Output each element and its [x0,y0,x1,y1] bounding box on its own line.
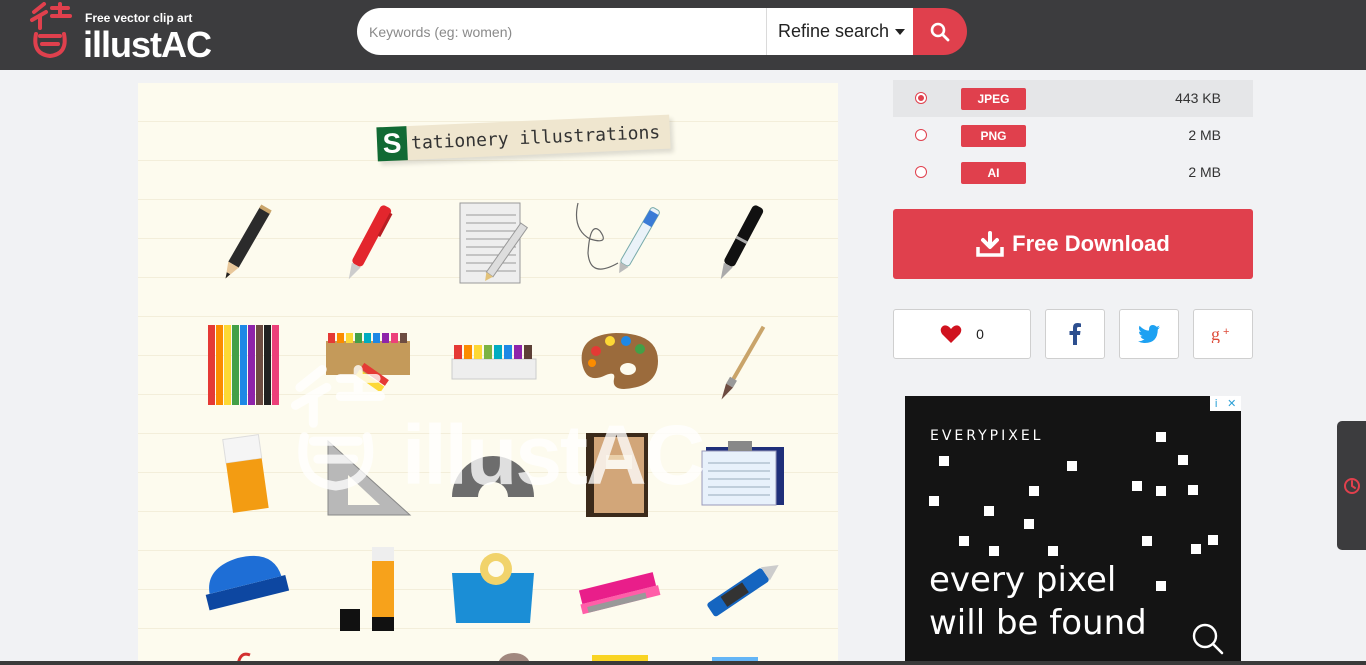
format-badge: PNG [961,125,1026,147]
format-option-png[interactable]: PNG 2 MB [893,117,1253,154]
colored-pencils-icon [208,325,279,405]
fountain-pen-icon [720,205,764,280]
ad-pixel [1029,486,1039,496]
ballpoint-pen-icon [575,202,660,274]
search-input[interactable] [357,8,766,55]
refine-search-label: Refine search [778,21,890,41]
set-square-icon [327,439,412,516]
ad-pixel [1156,486,1166,496]
crayons-icon [326,333,410,391]
history-side-tab[interactable] [1337,421,1366,550]
ad-pixel [1188,485,1198,495]
ad-pixel [989,546,999,556]
ad-info-icon[interactable]: i [1215,397,1218,410]
paints-icon [451,345,537,380]
ad-pixel [1156,581,1166,591]
ad-pixel [1048,546,1058,556]
format-size: 2 MB [1188,127,1221,143]
illustration-preview[interactable]: S tationery illustrations illustAC [138,83,838,665]
caret-down-icon [895,28,906,35]
format-radio-png[interactable] [915,129,927,141]
format-badge: AI [961,162,1026,184]
ad-headline-line2: will be found [929,603,1147,643]
ad-pixel [1067,461,1077,471]
bottom-strip [0,661,1366,665]
free-download-label: Free Download [1012,231,1170,256]
notebook-icon [459,202,528,284]
ad-choices[interactable]: i ✕ [1210,396,1241,411]
google-plus-share-button[interactable]: g + [1193,309,1253,359]
eraser-icon [222,434,269,513]
ad-headline-line1: every pixel [929,560,1117,600]
clock-icon [1343,477,1360,494]
search-button[interactable] [913,8,967,55]
twitter-icon [1138,325,1160,343]
download-icon [976,231,1004,257]
header-bar: Free vector clip art illustAC Refine sea… [0,0,1366,70]
glue-stick-icon [340,547,394,631]
ad-pixel [1178,455,1188,465]
ad-pixel [984,506,994,516]
facebook-icon [1069,323,1081,345]
format-option-ai[interactable]: AI 2 MB [893,154,1253,191]
svg-text:g: g [1211,325,1220,343]
free-download-button[interactable]: Free Download [893,209,1253,279]
format-badge: JPEG [961,88,1026,110]
heart-icon [940,325,962,343]
logo-tagline: Free vector clip art [85,11,193,25]
logo-mark-icon [30,2,72,58]
ad-pixel [959,536,969,546]
ad-pixel [1156,432,1166,442]
cutter-icon [707,564,779,617]
format-radio-ai[interactable] [915,166,927,178]
ad-pixel [1132,481,1142,491]
ad-brand: EVERYPIXEL [930,428,1044,444]
like-button[interactable]: 0 [893,309,1031,359]
format-option-jpeg[interactable]: JPEG 443 KB [893,80,1253,117]
like-count: 0 [976,326,984,342]
advertisement[interactable]: EVERYPIXEL every pixel will be found [905,396,1241,665]
ad-close-icon[interactable]: ✕ [1227,397,1236,410]
format-size: 2 MB [1188,164,1221,180]
red-pen-icon [348,205,393,280]
logo-wordmark: illustAC [83,24,212,65]
ad-pixel [1024,519,1034,529]
ad-pixel [1208,535,1218,545]
ad-pixel [929,496,939,506]
pencil-icon [225,204,272,279]
format-size: 443 KB [1175,90,1221,106]
palette-icon [581,333,658,389]
tape-dispenser-icon [452,553,534,623]
search-icon [930,22,950,41]
format-radio-jpeg[interactable] [915,92,927,104]
paintbrush-icon [721,325,766,400]
clipboard-icon [701,441,784,506]
search-bar: Refine search [357,8,967,55]
book-icon [586,433,648,517]
refine-search-dropdown[interactable]: Refine search [766,8,913,55]
ad-pixel [1191,544,1201,554]
ad-search-icon [1192,623,1224,655]
title-text: tationery illustrations [410,121,661,154]
ad-pixel [939,456,949,466]
google-plus-icon: g + [1211,325,1229,343]
stapler-icon [578,572,661,615]
title-initial: S [376,126,408,162]
hole-punch-icon [205,555,290,611]
protractor-icon [452,456,534,497]
format-options: JPEG 443 KB PNG 2 MB AI 2 MB [893,80,1253,191]
svg-text:+: + [1223,326,1229,338]
twitter-share-button[interactable] [1119,309,1179,359]
ad-pixel [1142,536,1152,546]
facebook-share-button[interactable] [1045,309,1105,359]
